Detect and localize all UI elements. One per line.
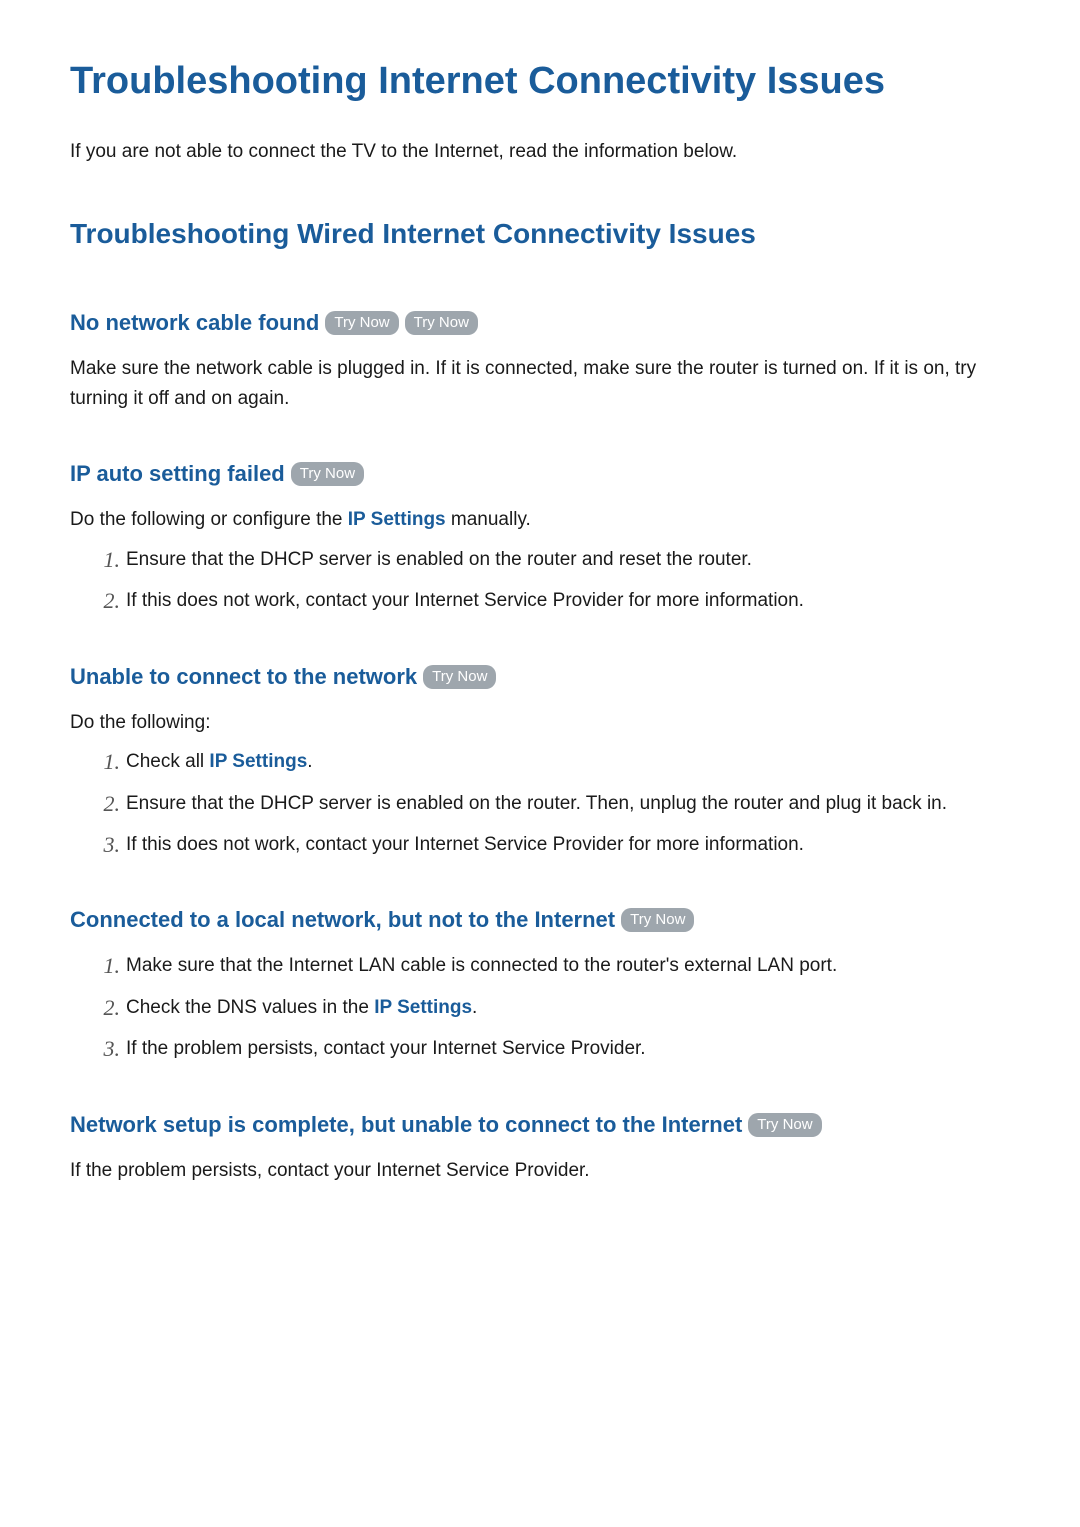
step-list: 1. Check all IP Settings. 2. Ensure that…: [70, 747, 1010, 859]
section-heading: Network setup is complete, but unable to…: [70, 1112, 742, 1138]
section-heading-row: Unable to connect to the network Try Now: [70, 664, 1010, 690]
section-ip-auto-setting-failed: IP auto setting failed Try Now Do the fo…: [70, 461, 1010, 615]
section-heading: Connected to a local network, but not to…: [70, 907, 615, 933]
section-heading: IP auto setting failed: [70, 461, 285, 487]
section-connected-local-not-internet: Connected to a local network, but not to…: [70, 907, 1010, 1063]
section-heading: No network cable found: [70, 310, 319, 336]
section-heading-row: No network cable found Try Now Try Now: [70, 310, 1010, 336]
step-number: 3.: [92, 1032, 120, 1066]
section-network-setup-complete: Network setup is complete, but unable to…: [70, 1112, 1010, 1185]
section-lead: Do the following or configure the IP Set…: [70, 505, 1010, 534]
step-text: Ensure that the DHCP server is enabled o…: [126, 793, 947, 814]
step-text-after: .: [472, 997, 477, 1018]
ip-settings-link[interactable]: IP Settings: [348, 509, 446, 530]
step-number: 1.: [92, 745, 120, 779]
section-heading-row: IP auto setting failed Try Now: [70, 461, 1010, 487]
section-body: Make sure the network cable is plugged i…: [70, 354, 1010, 413]
try-now-button[interactable]: Try Now: [621, 908, 694, 932]
section-no-network-cable: No network cable found Try Now Try Now M…: [70, 310, 1010, 413]
step-number: 2.: [92, 787, 120, 821]
lead-before: Do the following or configure the: [70, 509, 348, 530]
step-text: Ensure that the DHCP server is enabled o…: [126, 549, 752, 570]
step-number: 1.: [92, 949, 120, 983]
list-item: 2. Check the DNS values in the IP Settin…: [98, 993, 1010, 1022]
list-item: 2. Ensure that the DHCP server is enable…: [98, 789, 1010, 818]
list-item: 1. Ensure that the DHCP server is enable…: [98, 545, 1010, 574]
section-subtitle: Troubleshooting Wired Internet Connectiv…: [70, 218, 1010, 250]
lead-after: manually.: [446, 509, 531, 530]
step-number: 3.: [92, 828, 120, 862]
step-text: If this does not work, contact your Inte…: [126, 834, 804, 855]
try-now-button[interactable]: Try Now: [405, 311, 478, 335]
step-list: 1. Make sure that the Internet LAN cable…: [70, 951, 1010, 1063]
try-now-button[interactable]: Try Now: [325, 311, 398, 335]
section-heading: Unable to connect to the network: [70, 664, 417, 690]
try-now-button[interactable]: Try Now: [748, 1113, 821, 1137]
step-number: 2.: [92, 584, 120, 618]
intro-paragraph: If you are not able to connect the TV to…: [70, 137, 1010, 166]
list-item: 1. Make sure that the Internet LAN cable…: [98, 951, 1010, 980]
section-body: If the problem persists, contact your In…: [70, 1156, 1010, 1185]
try-now-button[interactable]: Try Now: [291, 462, 364, 486]
page-title: Troubleshooting Internet Connectivity Is…: [70, 60, 1010, 103]
ip-settings-link[interactable]: IP Settings: [374, 997, 472, 1018]
section-heading-row: Connected to a local network, but not to…: [70, 907, 1010, 933]
try-now-button[interactable]: Try Now: [423, 665, 496, 689]
step-text-before: Check the DNS values in the: [126, 997, 374, 1018]
step-text-before: Check all: [126, 751, 209, 772]
step-text-after: .: [307, 751, 312, 772]
list-item: 3. If this does not work, contact your I…: [98, 830, 1010, 859]
step-text: Make sure that the Internet LAN cable is…: [126, 955, 837, 976]
step-number: 2.: [92, 991, 120, 1025]
list-item: 2. If this does not work, contact your I…: [98, 586, 1010, 615]
section-body: Do the following:: [70, 708, 1010, 737]
section-heading-row: Network setup is complete, but unable to…: [70, 1112, 1010, 1138]
step-text: If this does not work, contact your Inte…: [126, 590, 804, 611]
section-unable-to-connect: Unable to connect to the network Try Now…: [70, 664, 1010, 860]
list-item: 1. Check all IP Settings.: [98, 747, 1010, 776]
list-item: 3. If the problem persists, contact your…: [98, 1034, 1010, 1063]
document-page: Troubleshooting Internet Connectivity Is…: [0, 0, 1080, 1293]
step-number: 1.: [92, 543, 120, 577]
step-list: 1. Ensure that the DHCP server is enable…: [70, 545, 1010, 616]
ip-settings-link[interactable]: IP Settings: [209, 751, 307, 772]
step-text: If the problem persists, contact your In…: [126, 1038, 646, 1059]
